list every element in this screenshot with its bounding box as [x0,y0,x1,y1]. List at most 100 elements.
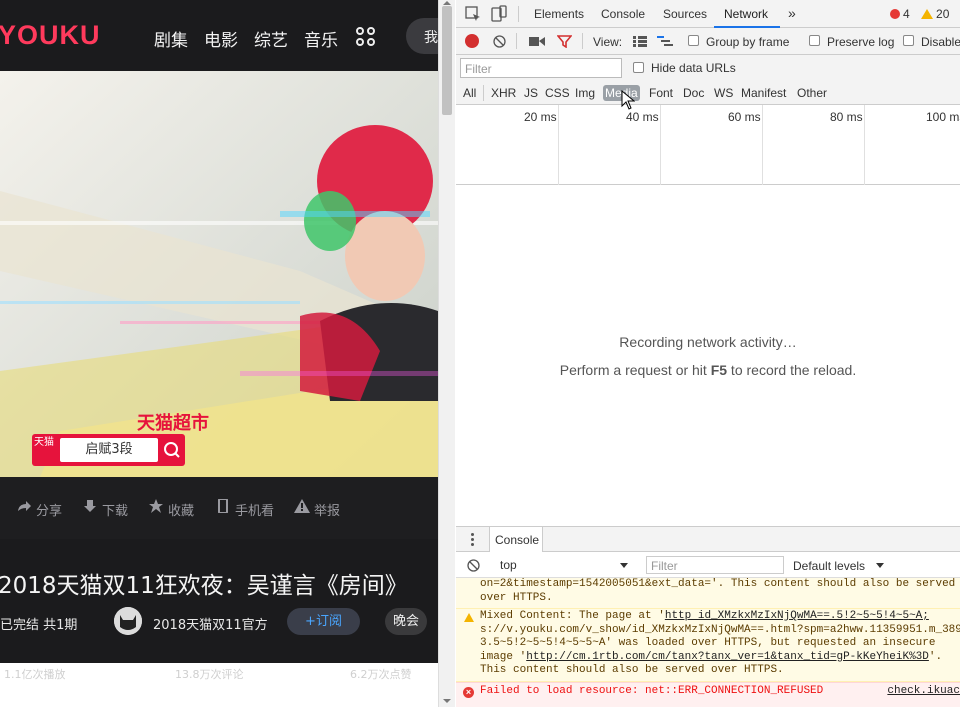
error-source-link[interactable]: check.ikuac [887,685,960,699]
type-filter-all[interactable]: All [461,85,478,101]
clear-icon[interactable] [493,35,506,48]
type-separator [483,85,484,101]
user-menu-button[interactable]: 我 [406,18,438,54]
disable-cache-checkbox[interactable] [903,35,914,46]
inspect-element-icon[interactable] [464,5,482,23]
issue-counters[interactable]: 4 20 [890,7,949,21]
device-toolbar-icon[interactable] [490,5,508,23]
network-filter-input[interactable]: Filter [460,58,622,78]
like-count: 6.2万次点赞 [350,668,412,681]
tab-elements[interactable]: Elements [534,7,584,21]
record-button[interactable] [465,34,479,48]
ad-brand-text: 天猫超市 [137,413,209,434]
report-label: 举报 [314,504,341,519]
video-actions-bar: 分享 下载 收藏 手机看 举报 [0,477,438,539]
scroll-down-arrow[interactable] [443,699,451,703]
nav-music[interactable]: 音乐 [304,26,338,51]
console-filter-input[interactable]: Filter [646,556,784,574]
download-button[interactable]: 下载 [84,500,129,519]
drawer-tab-console[interactable]: Console [489,527,543,552]
type-filter-xhr[interactable]: XHR [489,85,518,101]
scroll-up-arrow[interactable] [443,1,451,5]
type-filter-css[interactable]: CSS [543,85,572,101]
log-levels-dropdown[interactable]: Default levels [793,559,885,573]
mouse-cursor-icon [621,90,635,110]
tick-100ms: 100 ms [926,110,960,124]
drawer-menu-icon[interactable] [471,533,474,547]
ad-search-field[interactable]: 启赋3段 [60,438,158,462]
phone-icon [218,499,228,513]
console-error: × Failed to load resource: net::ERR_CONN… [456,682,960,707]
cat-avatar-icon [114,607,142,635]
page-scrollbar[interactable] [438,0,455,707]
favorite-button[interactable]: 收藏 [149,499,195,519]
category-tag[interactable]: 晚会 [385,608,427,635]
channel-name[interactable]: 2018天猫双11官方 [153,614,268,633]
stats-row: 1.1亿次播放 13.8万次评论 6.2万次点赞 [0,663,438,707]
subscribe-button[interactable]: +订阅 [287,608,360,635]
gridline [660,105,661,185]
type-filter-doc[interactable]: Doc [681,85,706,101]
warning-text: on=2&timestamp=1542005051&ext_data='. Th… [480,578,956,590]
favorite-label: 收藏 [168,504,195,519]
download-label: 下载 [102,504,129,519]
devtools-tab-bar: Elements Console Sources Network » 4 20 [456,0,960,28]
ad-search-box[interactable]: 天猫 启赋3段 [32,434,185,466]
filter-icon[interactable] [557,35,572,48]
type-filter-img[interactable]: Img [573,85,597,101]
nav-tv-series[interactable]: 剧集 [154,26,188,51]
tab-sources[interactable]: Sources [663,7,707,21]
youku-logo[interactable]: YOUKU [0,20,101,51]
console-warning-mixed-content: Mixed Content: The page at 'http id_XMzk… [456,609,960,682]
tick-20ms: 20 ms [524,110,557,124]
nav-movies[interactable]: 电影 [204,26,238,51]
hide-data-urls-checkbox[interactable] [633,62,644,73]
search-icon[interactable] [162,440,182,460]
nav-variety[interactable]: 综艺 [254,26,288,51]
type-filter-manifest[interactable]: Manifest [739,85,788,101]
toolbar-separator [516,33,517,49]
scroll-thumb[interactable] [442,6,452,115]
type-filter-ws[interactable]: WS [712,85,735,101]
record-hint-text: Perform a request or hit F5 to record th… [456,362,960,378]
devtools-panel: Elements Console Sources Network » 4 20 [456,0,960,707]
image-url-link[interactable]: http://cm.1rtb.com/cm/tanx?tanx_ver=1&ta… [526,651,929,663]
group-by-frame-label: Group by frame [706,35,790,49]
play-count: 1.1亿次播放 [4,668,66,681]
youku-logo-text: YOUKU [0,20,101,50]
network-overview-timeline[interactable]: 20 ms 40 ms 60 ms 80 ms 100 ms [456,105,960,185]
type-filter-js[interactable]: JS [522,85,540,101]
channel-avatar[interactable] [114,607,142,635]
video-frame-image [0,71,438,477]
warning-icon [294,499,310,513]
execution-context-select[interactable]: top [494,556,630,574]
page-url-link[interactable]: http id_XMzkxMzIxNjQwMA==.5!2~5~5!4~5~A; [665,610,929,622]
screenshot-video-icon[interactable] [529,36,545,47]
tab-console[interactable]: Console [601,7,645,21]
waterfall-overview-icon[interactable] [657,36,673,47]
error-count: 4 [903,7,910,21]
large-rows-icon[interactable] [633,36,647,47]
disable-cache-label: Disable cache [921,35,960,49]
clear-console-icon[interactable] [467,559,480,572]
video-player[interactable]: 天猫超市 天猫 启赋3段 [0,71,438,477]
type-filter-font[interactable]: Font [647,85,675,101]
share-button[interactable]: 分享 [18,500,62,519]
watch-on-phone-button[interactable]: 手机看 [218,499,274,519]
view-label: View: [593,35,623,49]
preserve-log-checkbox[interactable] [809,35,820,46]
gridline [864,105,865,185]
report-button[interactable]: 举报 [294,499,341,519]
more-tabs-button[interactable]: » [788,5,796,21]
comment-count: 13.8万次评论 [175,668,244,681]
error-icon: × [463,687,474,698]
warning-text: 3.5~5!2~5~5!4~5~5~A' was loaded over HTT… [480,637,936,649]
youku-page: YOUKU 剧集 电影 综艺 音乐 我 天猫超市 天猫 启赋3段 分享 下载 收… [0,0,438,707]
group-by-frame-checkbox[interactable] [688,35,699,46]
drawer-tab-bar: Console [456,526,960,552]
warning-text: '. [928,650,943,663]
type-filter-other[interactable]: Other [795,85,829,101]
more-categories-icon[interactable] [356,27,376,47]
tab-network[interactable]: Network [724,7,768,21]
preserve-log-label: Preserve log [827,35,895,49]
